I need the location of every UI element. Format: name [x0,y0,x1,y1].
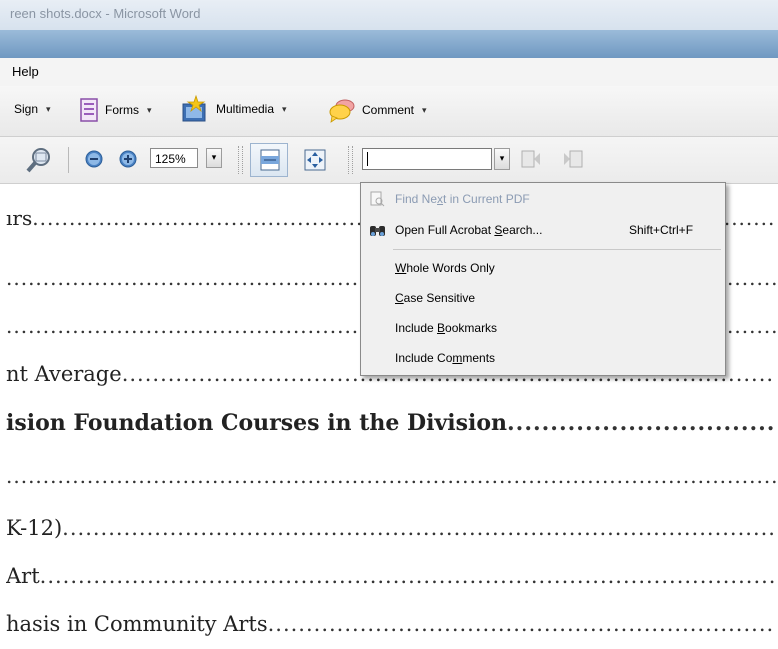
forms-label: Forms [105,103,139,117]
fit-page-icon[interactable] [304,149,326,171]
menu-item-accesskey: W [395,261,407,275]
menu-bar: Help [0,58,778,87]
multimedia-icon [182,94,206,122]
comment-button[interactable]: Comment ▾ [328,97,427,123]
menu-item-text: hole Words Only [406,261,495,275]
toc-line-text: K-12) [6,516,63,540]
menu-item-text: Find Ne [395,192,438,206]
fit-width-button[interactable] [250,143,288,177]
find-next-icon [370,191,385,207]
menu-help[interactable]: Help [12,64,39,79]
toc-line: ........................................… [6,464,776,488]
menu-item-text: t in Current PDF [443,192,530,206]
title-band [0,30,778,58]
menu-item-text: ase Sensitive [403,291,476,305]
zoom-input[interactable]: 125% [150,148,198,168]
toc-line-text: ision Foundation Courses in the Division [6,410,508,436]
menu-item-accesskey: B [437,321,446,335]
menu-item-accesskey: m [452,351,463,365]
text-caret [367,152,368,166]
comment-label: Comment [362,103,415,117]
view-toolbar: 125% ▾ ▾ [0,137,778,184]
forms-icon [80,98,98,122]
multimedia-button[interactable]: Multimedia ▾ [180,94,287,124]
loupe-tool-icon[interactable] [24,146,54,174]
comment-icon [329,99,355,123]
menu-divider [393,249,721,250]
menu-item-text: Include [395,321,438,335]
toc-line: ision Foundation Courses in the Division… [6,410,776,436]
dot-leader: ........................................… [507,410,776,436]
toc-line: Art.....................................… [6,564,776,588]
toolbar-grip[interactable] [238,146,243,174]
menu-item-find-next[interactable]: Find Next in Current PDF [395,188,530,210]
zoom-in-icon[interactable] [118,149,138,169]
menu-item-text: Open Full Acrobat [395,223,495,237]
toc-line: hasis in Community Arts.................… [6,612,776,636]
title-bar: reen shots.docx - Microsoft Word [0,0,778,30]
toc-line-text: Art [6,564,40,588]
find-previous-icon[interactable] [520,149,542,169]
window-title: reen shots.docx - Microsoft Word [10,6,201,21]
tasks-toolbar: Sign ▾ Forms ▾ Multimedia ▾ Comment ▾ [0,86,778,137]
zoom-dropdown-button[interactable]: ▾ [206,148,222,168]
menu-item-text: Include Co [395,351,453,365]
toolbar-separator [68,147,69,173]
toc-line: K-12)...................................… [6,516,776,540]
menu-item-accesskey: C [395,291,404,305]
menu-item-text: ments [462,351,496,365]
menu-item-include-bookmarks[interactable]: Include Bookmarks [395,317,497,339]
toc-line-text: hasis in Community Arts [6,612,268,636]
zoom-out-icon[interactable] [84,149,104,169]
forms-button[interactable]: Forms ▾ [79,98,152,122]
find-options-dropdown-button[interactable]: ▾ [494,148,510,170]
chevron-down-icon: ▾ [499,154,505,164]
chevron-down-icon: ▾ [422,104,427,115]
sign-label: Sign [14,102,39,116]
binoculars-icon [370,226,385,236]
sign-button[interactable]: Sign ▾ [14,102,51,116]
menu-item-open-full-search[interactable]: Open Full Acrobat Search... [395,219,542,241]
dot-leader: ........................................… [39,564,776,588]
menu-item-shortcut: Shift+Ctrl+F [629,223,694,237]
menu-item-include-comments[interactable]: Include Comments [395,347,495,369]
chevron-down-icon: ▾ [282,103,287,114]
menu-item-text: earch... [502,223,543,237]
menu-item-text: ookmarks [445,321,498,335]
toc-line-text: ırs [6,206,33,230]
menu-item-case-sensitive[interactable]: Case Sensitive [395,287,475,309]
fit-width-icon [260,149,280,171]
chevron-down-icon: ▾ [147,104,152,115]
chevron-down-icon: ▾ [211,153,217,163]
find-search-input[interactable] [362,148,492,170]
dot-leader: ........................................… [267,612,776,636]
menu-item-whole-words[interactable]: Whole Words Only [395,257,495,279]
toolbar-grip[interactable] [348,146,353,174]
dot-leader: ........................................… [6,464,776,488]
chevron-down-icon: ▾ [46,103,51,114]
dot-leader: ........................................… [62,516,776,540]
find-next-icon[interactable] [562,149,584,169]
multimedia-label: Multimedia [216,102,275,116]
find-options-menu: Find Next in Current PDF Open Full Acrob… [360,182,726,376]
toc-line-text: nt Average [6,362,122,386]
